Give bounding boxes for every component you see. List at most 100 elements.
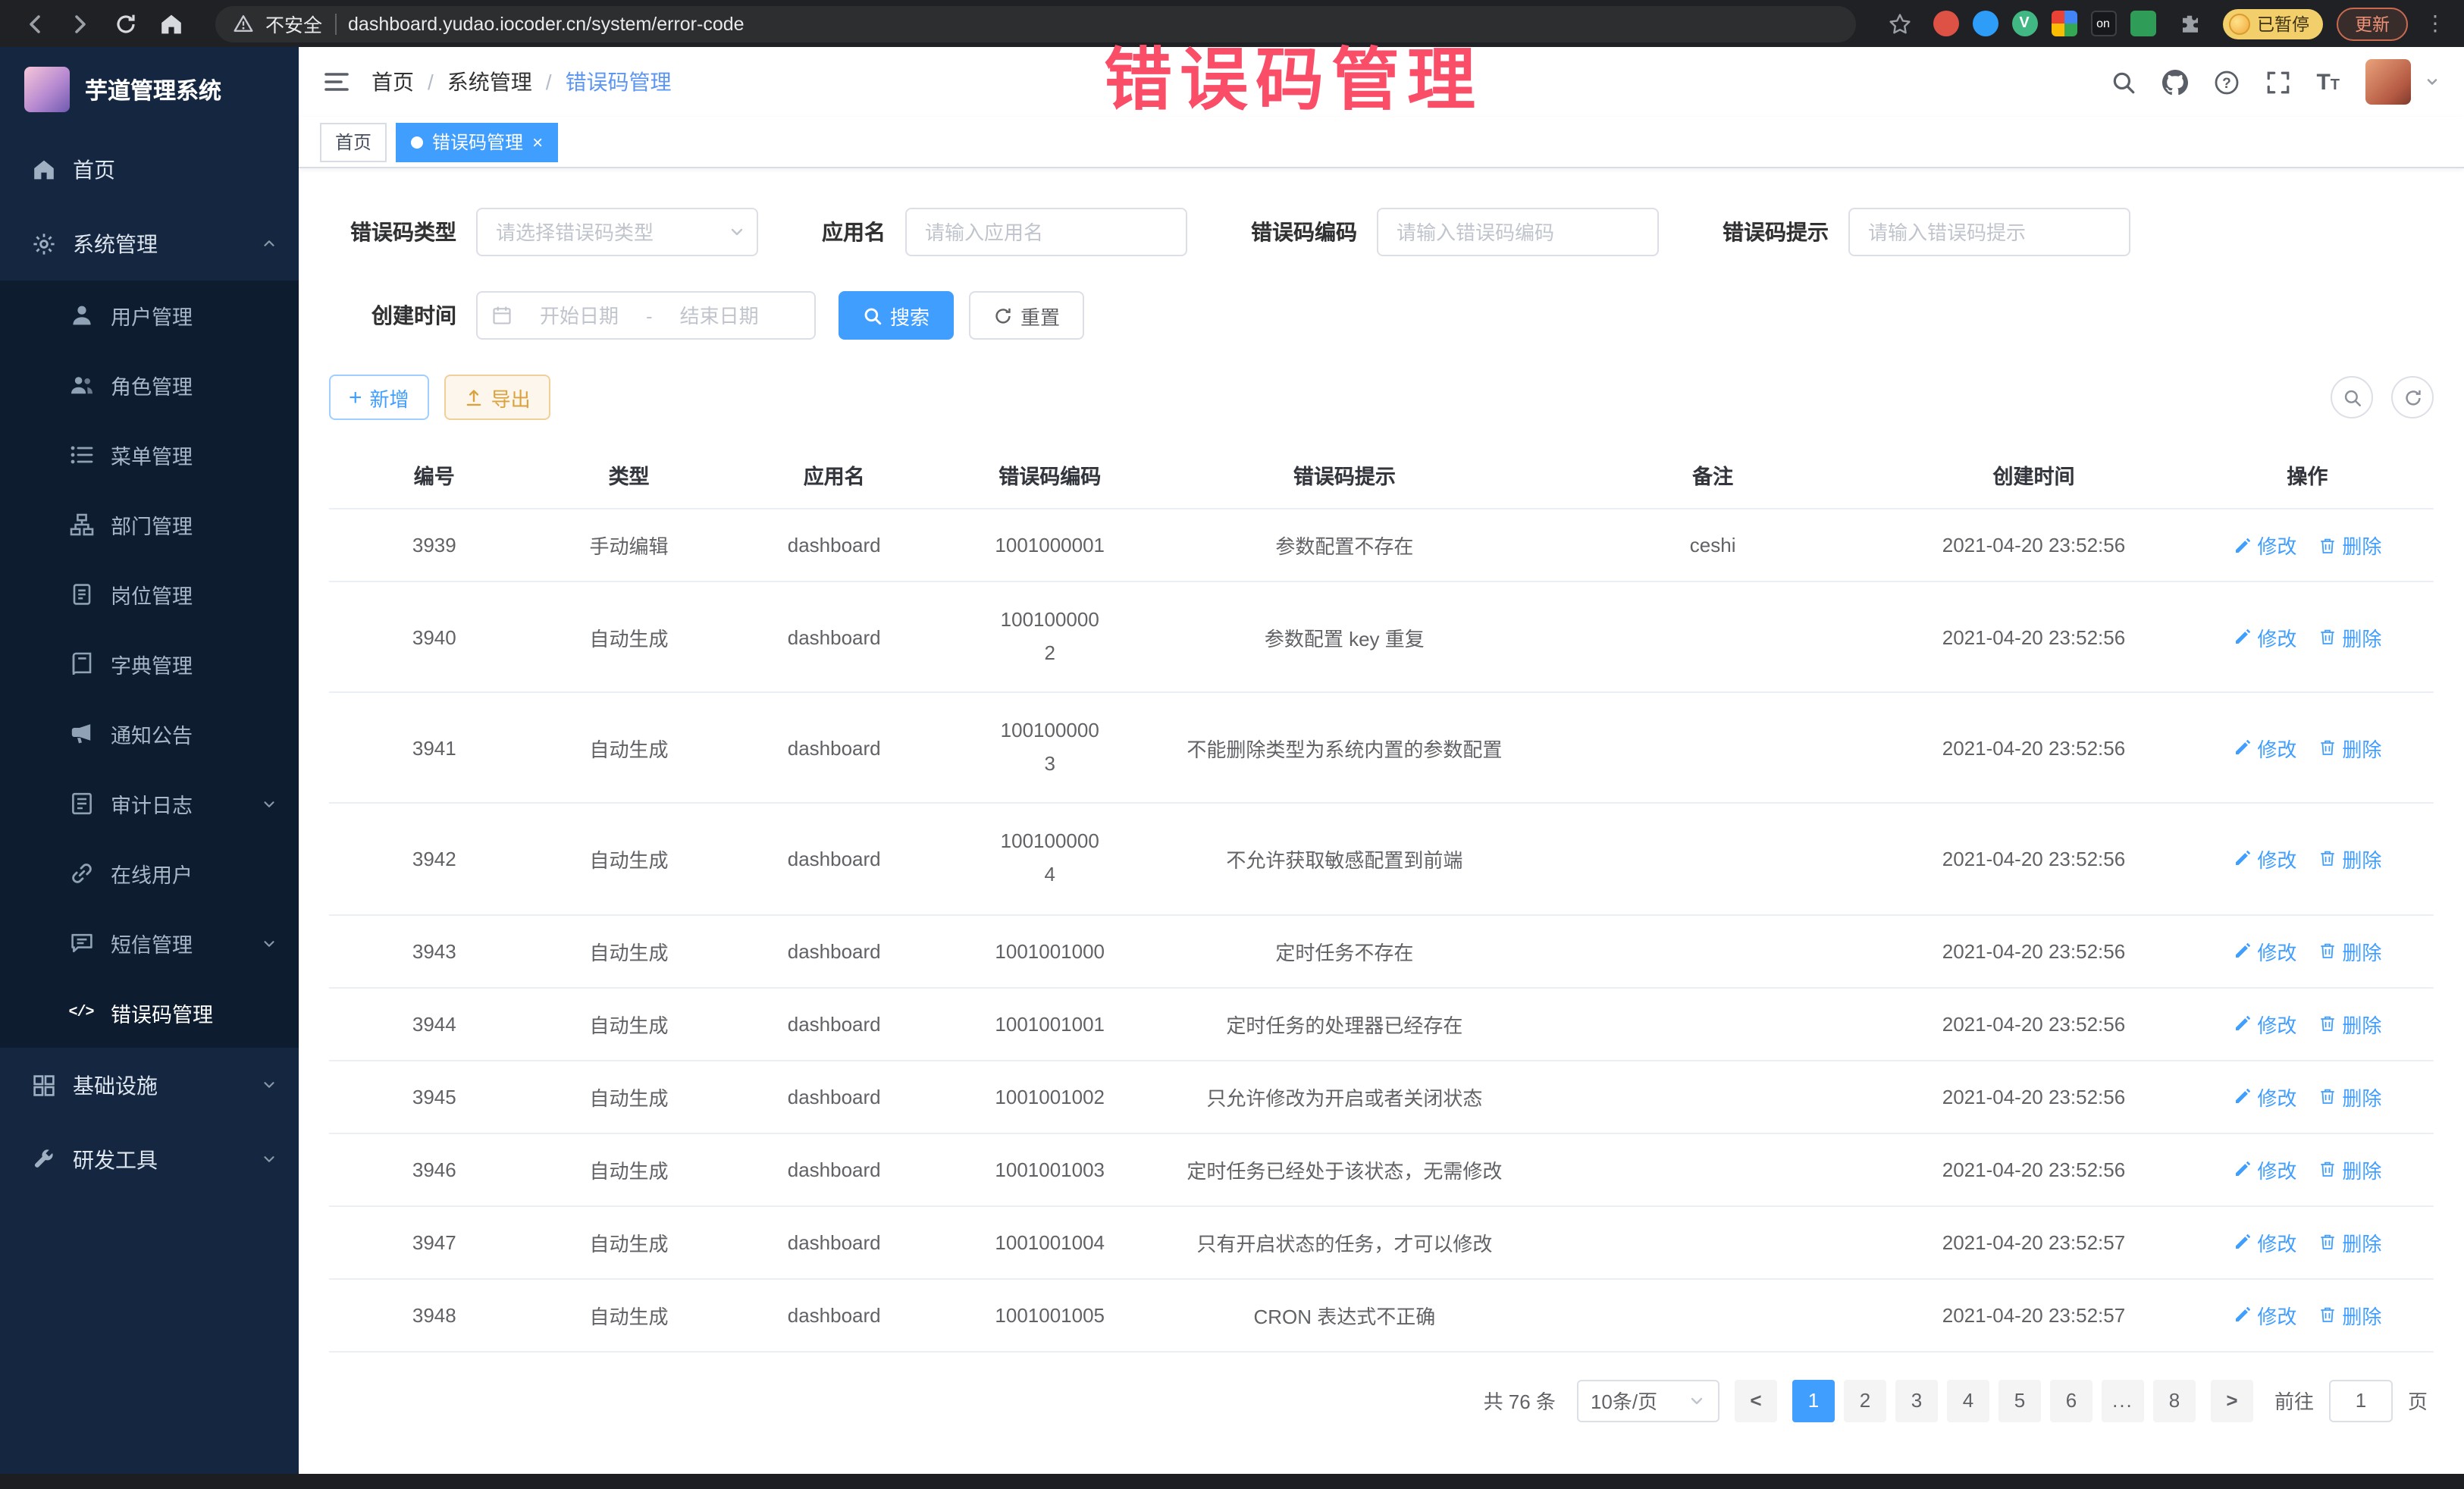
user-avatar[interactable]	[2365, 59, 2411, 105]
page-button-3[interactable]: 3	[1895, 1379, 1938, 1422]
page-button-2[interactable]: 2	[1844, 1379, 1886, 1422]
cell-time: 2021-04-20 23:52:56	[1886, 581, 2181, 692]
sidebar-item-menu-list[interactable]: 菜单管理	[0, 420, 299, 490]
delete-link[interactable]: 删除	[2318, 1155, 2381, 1183]
delete-link[interactable]: 删除	[2318, 1009, 2381, 1038]
edit-link[interactable]: 修改	[2233, 1300, 2296, 1329]
sidebar-item-users[interactable]: 角色管理	[0, 350, 299, 420]
prev-page-button[interactable]: <	[1735, 1379, 1777, 1422]
sidebar-item-infra[interactable]: 基础设施	[0, 1048, 299, 1122]
browser-menu-icon[interactable]: ⋮	[2422, 11, 2449, 36]
error-hint-input[interactable]	[1848, 208, 2130, 256]
edit-link[interactable]: 修改	[2233, 734, 2296, 763]
edit-link[interactable]: 修改	[2233, 622, 2296, 651]
sidebar-item-book[interactable]: 字典管理	[0, 629, 299, 699]
extension-grid-icon[interactable]	[2051, 11, 2077, 36]
delete-link[interactable]: 删除	[2318, 734, 2381, 763]
error-type-select-input[interactable]	[476, 208, 758, 256]
page-buttons: 123456...8	[1792, 1379, 2196, 1422]
edit-link[interactable]: 修改	[2233, 936, 2296, 965]
browser-update-button[interactable]: 更新	[2337, 7, 2408, 40]
sidebar-item-user[interactable]: 用户管理	[0, 281, 299, 350]
page-button-5[interactable]: 5	[1998, 1379, 2041, 1422]
github-icon[interactable]	[2161, 69, 2187, 95]
cell-time: 2021-04-20 23:52:57	[1886, 1205, 2181, 1278]
page-button-8[interactable]: 8	[2153, 1379, 2196, 1422]
pager-ellipsis[interactable]: ...	[2102, 1379, 2144, 1422]
delete-link[interactable]: 删除	[2318, 845, 2381, 873]
browser-back-icon[interactable]	[15, 5, 55, 42]
date-end-input[interactable]	[660, 304, 779, 327]
profile-emoji-icon	[2228, 13, 2249, 34]
edit-link[interactable]: 修改	[2233, 1082, 2296, 1111]
extensions-puzzle-icon[interactable]	[2169, 5, 2209, 42]
search-icon[interactable]	[2110, 69, 2136, 95]
page-button-6[interactable]: 6	[2050, 1379, 2093, 1422]
extension-blue-icon[interactable]	[1972, 11, 1998, 36]
sidebar-item-home[interactable]: 首页	[0, 132, 299, 206]
edit-link[interactable]: 修改	[2233, 1227, 2296, 1256]
edit-link[interactable]: 修改	[2233, 1155, 2296, 1183]
delete-link[interactable]: 删除	[2318, 1300, 2381, 1329]
error-code-input[interactable]	[1377, 208, 1659, 256]
sidebar-item-log[interactable]: 审计日志	[0, 769, 299, 839]
refresh-table-button[interactable]	[2391, 376, 2434, 418]
bookmark-star-icon[interactable]	[1879, 5, 1919, 42]
edit-link[interactable]: 修改	[2233, 1009, 2296, 1038]
sidebar-item-code[interactable]: </>错误码管理	[0, 978, 299, 1048]
avatar-chevron-down-icon[interactable]	[2425, 74, 2440, 89]
help-icon[interactable]: ?	[2213, 69, 2239, 95]
delete-link[interactable]: 删除	[2318, 622, 2381, 651]
goto-page-input[interactable]	[2329, 1379, 2393, 1422]
next-page-button[interactable]: >	[2211, 1379, 2253, 1422]
address-bar[interactable]: 不安全 dashboard.yudao.iocoder.cn/system/er…	[215, 5, 1855, 42]
export-button[interactable]: 导出	[444, 375, 550, 420]
create-time-range-picker[interactable]: -	[476, 291, 816, 340]
extension-green-icon[interactable]	[2130, 11, 2155, 36]
sidebar-item-tools[interactable]: 研发工具	[0, 1122, 299, 1196]
tag-error-code[interactable]: 错误码管理 ×	[396, 122, 558, 161]
fullscreen-icon[interactable]	[2265, 69, 2290, 95]
app-name-label: 应用名	[822, 217, 886, 247]
delete-link[interactable]: 删除	[2318, 936, 2381, 965]
edit-link[interactable]: 修改	[2233, 531, 2296, 560]
reset-button[interactable]: 重置	[969, 291, 1084, 340]
delete-link[interactable]: 删除	[2318, 1227, 2381, 1256]
sidebar-item-tree[interactable]: 部门管理	[0, 490, 299, 560]
search-button-label: 搜索	[890, 301, 929, 330]
page-size-select[interactable]: 10条/页	[1577, 1379, 1719, 1422]
extension-vue-icon[interactable]: V	[2011, 11, 2037, 36]
sidebar-item-announce[interactable]: 通知公告	[0, 699, 299, 769]
app-name-input[interactable]	[905, 208, 1187, 256]
date-start-input[interactable]	[520, 304, 638, 327]
error-type-select[interactable]	[476, 208, 758, 256]
show-search-toggle-button[interactable]	[2331, 376, 2373, 418]
profile-paused-chip[interactable]: 已暂停	[2222, 8, 2323, 39]
browser-home-icon[interactable]	[152, 5, 191, 42]
page-button-4[interactable]: 4	[1947, 1379, 1989, 1422]
breadcrumb-home[interactable]: 首页	[371, 67, 414, 97]
edit-link[interactable]: 修改	[2233, 845, 2296, 873]
delete-link[interactable]: 删除	[2318, 1082, 2381, 1111]
cell-id: 3941	[329, 692, 540, 803]
tag-home[interactable]: 首页	[320, 122, 387, 161]
extension-red-icon[interactable]	[1933, 11, 1958, 36]
sidebar-item-sms[interactable]: 短信管理	[0, 908, 299, 978]
search-button[interactable]: 搜索	[839, 291, 954, 340]
edit-link-label: 修改	[2257, 1082, 2296, 1111]
browser-forward-icon[interactable]	[61, 5, 100, 42]
sidebar-item-gear[interactable]: 系统管理	[0, 206, 299, 281]
browser-reload-icon[interactable]	[106, 5, 146, 42]
hamburger-icon[interactable]	[323, 68, 350, 96]
menu-label: 基础设施	[73, 1070, 158, 1100]
font-size-icon[interactable]: TT	[2316, 69, 2340, 95]
sidebar-item-online[interactable]: 在线用户	[0, 839, 299, 908]
extension-on-badge[interactable]: on	[2090, 11, 2116, 36]
delete-link[interactable]: 删除	[2318, 531, 2381, 560]
sidebar-item-badge[interactable]: 岗位管理	[0, 560, 299, 629]
page-button-1[interactable]: 1	[1792, 1379, 1835, 1422]
app-logo[interactable]: 芋道管理系统	[0, 47, 299, 132]
add-button[interactable]: + 新增	[329, 375, 429, 420]
breadcrumb-system[interactable]: 系统管理	[447, 67, 532, 97]
tag-close-icon[interactable]: ×	[532, 133, 543, 151]
